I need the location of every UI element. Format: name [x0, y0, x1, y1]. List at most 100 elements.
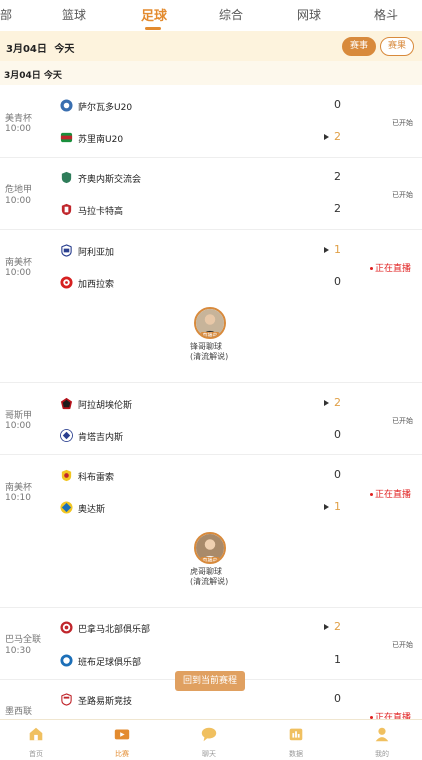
- home-team-name: 萨尔瓦多U20: [78, 103, 133, 113]
- match-row[interactable]: 南美杯 10:00 阿利亚加 1 加西拉索 0 正在直播 直播中 锋哥聊球(清流…: [0, 230, 422, 383]
- team-logo-icon: [60, 654, 73, 667]
- match-row[interactable]: 巴马全联 10:30 巴拿马北部俱乐部 2 班布足球俱乐部 1 已开始: [0, 608, 422, 680]
- nav-profile-label: 我的: [375, 750, 389, 758]
- away-score: 2: [334, 130, 341, 143]
- back-to-current-button[interactable]: 回到当前赛程: [175, 671, 245, 691]
- tab-comprehensive[interactable]: 综合: [219, 6, 243, 23]
- league-name: 南美杯: [5, 258, 33, 268]
- away-score: 0: [334, 428, 341, 441]
- streamer-avatar: 直播中: [194, 307, 226, 339]
- possession-arrow-icon: [324, 504, 329, 510]
- tab-football[interactable]: 足球: [141, 5, 167, 24]
- match-time: 10:00: [5, 268, 31, 278]
- active-tab-indicator: [145, 27, 161, 30]
- league-name: 南美杯: [5, 483, 33, 493]
- team-logo-icon: [60, 99, 73, 112]
- away-score: 2: [334, 202, 341, 215]
- team-logo-icon: [61, 469, 72, 482]
- tab-fighting[interactable]: 格斗: [374, 6, 398, 23]
- sport-tabs: 部 篮球 足球 综合 网球 格斗: [0, 0, 422, 30]
- league-name: 巴马全联: [5, 635, 42, 645]
- home-team: 阿拉胡埃伦斯 2: [60, 396, 410, 412]
- home-score: 0: [334, 692, 341, 705]
- team-logo-icon: [60, 501, 73, 514]
- home-team: 阿利亚加 1: [60, 243, 410, 259]
- nav-data[interactable]: 数据: [276, 725, 316, 759]
- nav-home[interactable]: 首页: [16, 725, 56, 759]
- match-time: 10:10: [5, 493, 31, 503]
- live-status: 正在直播: [370, 261, 411, 274]
- team-logo-icon: [61, 171, 72, 184]
- nav-profile[interactable]: 我的: [362, 725, 402, 759]
- date-sub-label: 3月04日 今天: [4, 71, 62, 81]
- match-row[interactable]: 南美杯 10:10 科布雷索 0 奥达斯 1 正在直播 直播中 虎哥聊球(清流解…: [0, 455, 422, 608]
- live-status-text: 正在直播: [375, 264, 412, 274]
- league-name: 墨西联: [5, 707, 33, 717]
- league-name: 危地甲: [5, 185, 33, 195]
- streamer-name: 虎哥聊球(清流解说): [190, 567, 229, 586]
- profile-icon: [375, 727, 389, 742]
- tab-partial[interactable]: 部: [0, 6, 12, 23]
- team-logo-icon: [61, 203, 72, 216]
- date-subheader: 3月04日 今天: [0, 61, 422, 85]
- data-icon: [289, 728, 303, 741]
- away-team: 肯塔吉内斯 0: [60, 428, 410, 444]
- home-team: 萨尔瓦多U20 0: [60, 98, 410, 114]
- home-team-name: 科布雷索: [78, 473, 115, 483]
- nav-match[interactable]: 比赛: [102, 725, 142, 759]
- home-score: 0: [334, 468, 341, 481]
- date-header: 3月04日 今天 赛事 赛果: [0, 31, 422, 61]
- home-score: 0: [334, 98, 341, 111]
- nav-home-label: 首页: [29, 750, 43, 758]
- streamer-card[interactable]: 直播中 虎哥聊球(清流解说): [188, 532, 232, 587]
- away-team-name: 班布足球俱乐部: [78, 658, 142, 668]
- home-score: 2: [334, 396, 341, 409]
- schedule-button[interactable]: 赛事: [342, 37, 376, 56]
- home-team-name: 阿利亚加: [78, 248, 115, 258]
- home-icon: [29, 727, 43, 741]
- team-logo-icon: [60, 429, 73, 442]
- league-name: 哥斯甲: [5, 411, 33, 421]
- home-team-name: 齐奥内斯交流会: [78, 175, 142, 185]
- away-team-name: 马拉卡特高: [78, 207, 124, 217]
- date-header-text: 3月04日 今天: [6, 40, 74, 55]
- match-row[interactable]: 危地甲 10:00 齐奥内斯交流会 2 马拉卡特高 2 已开始: [0, 158, 422, 230]
- home-score: 2: [334, 620, 341, 633]
- match-status: 已开始: [392, 417, 413, 425]
- nav-match-label: 比赛: [115, 750, 129, 758]
- team-logo-icon: [60, 132, 73, 143]
- away-team: 加西拉索 0: [60, 275, 410, 291]
- league-name: 美青杯: [5, 114, 33, 124]
- away-team: 苏里南U20 2: [60, 130, 410, 146]
- result-button[interactable]: 赛果: [380, 37, 414, 56]
- tab-tennis[interactable]: 网球: [297, 6, 321, 23]
- day-label: 今天: [54, 44, 75, 55]
- match-status: 已开始: [392, 191, 413, 199]
- live-status-text: 正在直播: [375, 490, 412, 500]
- match-time: 10:30: [5, 646, 31, 656]
- away-team-name: 加西拉索: [78, 280, 115, 290]
- home-score: 1: [334, 243, 341, 256]
- home-team-name: 圣路易斯竞技: [78, 697, 133, 707]
- away-team-name: 奥达斯: [78, 505, 106, 515]
- home-team: 圣路易斯竞技 0: [60, 692, 410, 708]
- streamer-card[interactable]: 直播中 锋哥聊球(清流解说): [188, 307, 232, 362]
- tab-basketball[interactable]: 篮球: [62, 6, 86, 23]
- live-dot-icon: [370, 493, 373, 496]
- streamer-avatar: 直播中: [194, 532, 226, 564]
- away-team: 班布足球俱乐部 1: [60, 653, 410, 669]
- home-team-name: 巴拿马北部俱乐部: [78, 625, 151, 635]
- app-root: 部 篮球 足球 综合 网球 格斗 3月04日 今天 赛事 赛果 3月04日 今天…: [0, 0, 422, 760]
- live-dot-icon: [370, 267, 373, 270]
- away-team-name: 苏里南U20: [78, 135, 124, 145]
- match-row[interactable]: 美青杯 10:00 萨尔瓦多U20 0 苏里南U20 2 已开始: [0, 86, 422, 158]
- match-row[interactable]: 哥斯甲 10:00 阿拉胡埃伦斯 2 肯塔吉内斯 0 已开始: [0, 383, 422, 455]
- possession-arrow-icon: [324, 247, 329, 253]
- away-score: 1: [334, 653, 341, 666]
- match-time: 10:00: [5, 421, 31, 431]
- team-logo-icon: [60, 276, 73, 289]
- home-team: 科布雷索 0: [60, 468, 410, 484]
- nav-chat[interactable]: 聊天: [189, 725, 229, 759]
- team-logo-icon: [61, 693, 72, 706]
- home-team-name: 阿拉胡埃伦斯: [78, 401, 133, 411]
